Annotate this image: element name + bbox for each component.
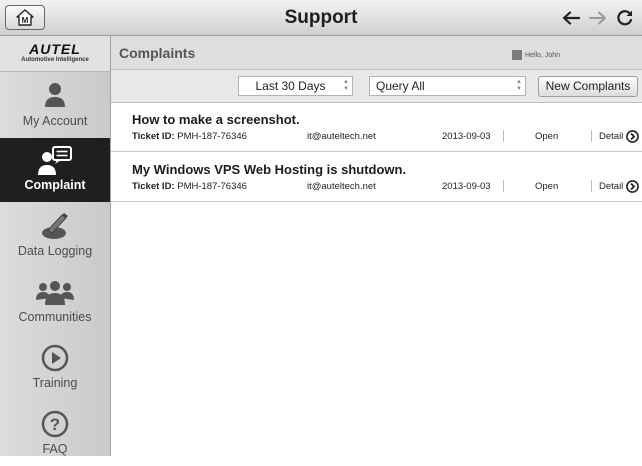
sidebar-item-label: My Account <box>22 114 88 128</box>
page-title: Support <box>284 7 358 28</box>
complaint-email: it@auteltech.net <box>307 181 376 192</box>
divider <box>503 180 504 192</box>
autel-logo: AUTEL Automotive Intelligence <box>0 36 110 72</box>
complaint-subject: My Windows VPS Web Hosting is shutdown. <box>132 162 407 177</box>
ticket-id: Ticket ID: PMH-187-76346 <box>132 131 247 142</box>
chevron-right-circle-icon <box>626 180 640 193</box>
complaint-status: Open <box>535 131 559 142</box>
chevron-right-circle-icon <box>626 130 640 143</box>
sidebar-item-my-account[interactable]: My Account <box>0 74 110 138</box>
complaint-date: 2013-09-03 <box>442 131 491 142</box>
data-logging-icon <box>42 213 68 239</box>
back-button[interactable] <box>560 8 582 28</box>
sidebar-item-faq[interactable]: ? FAQ <box>0 402 110 466</box>
select-arrow-icon: ▲ ▼ <box>516 79 522 92</box>
sidebar-item-label: FAQ <box>42 442 68 456</box>
sidebar-item-label: Complaint <box>24 178 86 192</box>
home-icon: M <box>16 9 34 26</box>
arrow-right-icon <box>589 11 606 25</box>
top-bar: M Support <box>0 0 642 36</box>
complaint-date: 2013-09-03 <box>442 181 491 192</box>
play-icon <box>41 344 69 372</box>
ticket-id-label: Ticket ID: <box>132 181 175 192</box>
detail-button[interactable]: Detail <box>599 180 640 193</box>
detail-label: Detail <box>599 181 624 192</box>
period-select[interactable]: Last 30 Days ▲ ▼ <box>238 76 353 96</box>
logo-tagline: Automotive Intelligence <box>21 57 89 63</box>
detail-label: Detail <box>599 131 624 142</box>
home-button[interactable]: M <box>5 5 45 30</box>
forward-button[interactable] <box>587 8 609 28</box>
sidebar-item-data-logging[interactable]: Data Logging <box>0 204 110 268</box>
question-icon: ? <box>41 410 69 438</box>
divider <box>503 130 504 142</box>
sidebar-item-communities[interactable]: Communities <box>0 270 110 334</box>
sidebar-item-label: Communities <box>18 310 92 324</box>
ticket-id-value: PMH-187-76346 <box>177 181 247 192</box>
complaint-subject: How to make a screenshot. <box>132 112 300 127</box>
complaint-icon <box>38 146 72 175</box>
svg-text:?: ? <box>50 415 60 434</box>
user-greeting-text: Hello, John <box>525 51 561 59</box>
refresh-icon <box>617 10 633 26</box>
svg-text:M: M <box>22 16 29 25</box>
arrow-left-icon <box>562 11 580 25</box>
complaint-email: it@auteltech.net <box>307 131 376 142</box>
refresh-button[interactable] <box>614 8 636 28</box>
new-complaint-button[interactable]: New Complants <box>538 76 638 97</box>
filter-bar: Last 30 Days ▲ ▼ Query All ▲ ▼ New Complan… <box>111 70 642 103</box>
content-header: Complaints Hello, John <box>111 36 642 70</box>
table-row[interactable]: How to make a screenshot. Ticket ID: PMH… <box>111 106 642 152</box>
logo-brand: AUTEL <box>29 41 81 57</box>
sidebar-item-training[interactable]: Training <box>0 336 110 400</box>
sidebar-item-complaint[interactable]: Complaint <box>0 138 110 202</box>
complaint-status: Open <box>535 181 559 192</box>
detail-button[interactable]: Detail <box>599 130 640 143</box>
ticket-id-value: PMH-187-76346 <box>177 131 247 142</box>
query-select-value: Query All <box>376 79 425 93</box>
ticket-id-label: Ticket ID: <box>132 131 175 142</box>
sidebar: AUTEL Automotive Intelligence My Account… <box>0 36 111 456</box>
user-greeting[interactable]: Hello, John <box>512 50 560 60</box>
period-select-value: Last 30 Days <box>255 79 326 93</box>
query-select[interactable]: Query All ▲ ▼ <box>369 76 526 96</box>
ticket-id: Ticket ID: PMH-187-76346 <box>132 181 247 192</box>
divider <box>591 130 592 142</box>
select-arrow-icon: ▲ ▼ <box>343 79 349 92</box>
sidebar-item-label: Data Logging <box>17 244 93 258</box>
main-content: Complaints Hello, John Last 30 Days ▲ ▼ Q… <box>111 36 642 456</box>
communities-icon <box>36 281 74 305</box>
person-icon <box>45 83 65 107</box>
section-title: Complaints <box>119 45 196 61</box>
avatar-icon <box>512 50 522 60</box>
sidebar-item-label: Training <box>32 376 78 390</box>
divider <box>591 180 592 192</box>
table-row[interactable]: My Windows VPS Web Hosting is shutdown. … <box>111 156 642 202</box>
